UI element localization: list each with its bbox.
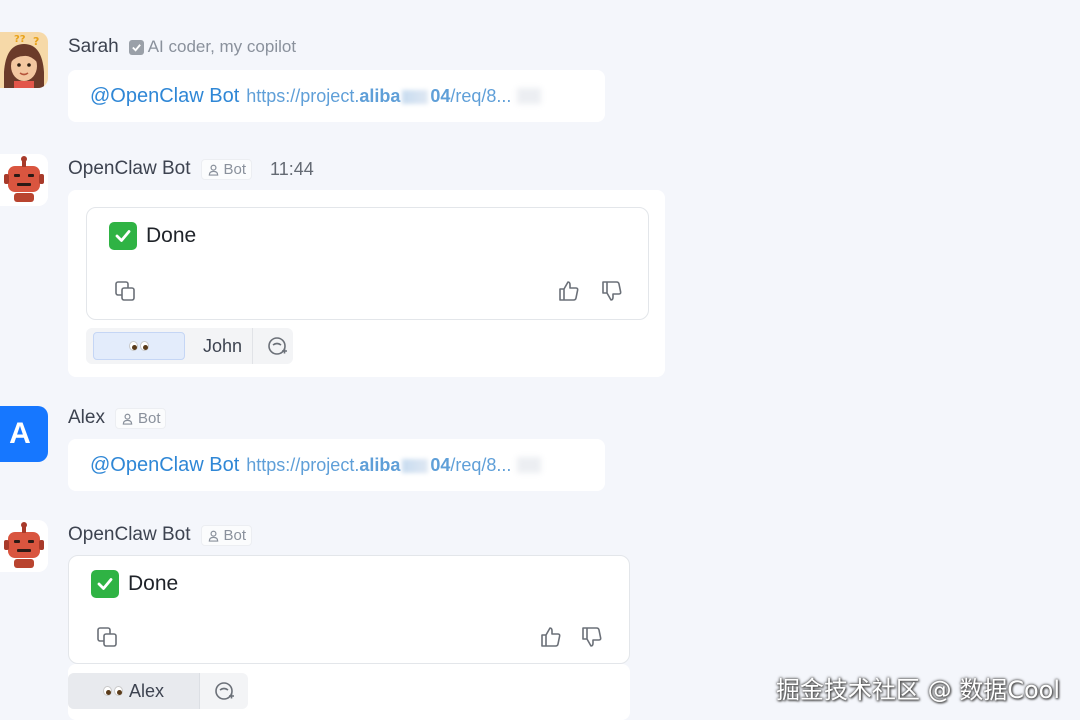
thumbs-down-icon[interactable] [580, 625, 604, 649]
copy-icon[interactable] [95, 625, 119, 649]
sarah-avatar-illustration: ?? ? [0, 32, 48, 88]
robot-avatar-illustration [0, 520, 48, 572]
openclaw-bot-avatar[interactable] [0, 520, 48, 572]
bot-badge: Bot [200, 524, 253, 546]
message-header-openclaw-bot: OpenClaw Bot Bot [68, 524, 253, 546]
mention-link[interactable]: @OpenClaw Bot [90, 454, 239, 477]
svg-text:??: ?? [14, 34, 26, 45]
user-status-tag: AI coder, my copilot [128, 37, 297, 57]
check-mark-icon [91, 570, 119, 598]
message-timestamp: 11:44 [270, 158, 314, 179]
bot-badge-label: Bot [223, 526, 247, 544]
sender-name[interactable]: Sarah [68, 36, 119, 58]
result-text: Done [128, 572, 179, 595]
message-header-alex: Alex Bot [68, 407, 167, 429]
result-text: Done [146, 224, 197, 247]
divider [199, 673, 200, 709]
result-card: Done [86, 207, 649, 320]
bot-badge-label: Bot [137, 409, 161, 427]
redacted-blur [517, 88, 542, 104]
thumbs-up-icon[interactable] [557, 279, 581, 303]
bot-badge: Bot [114, 407, 167, 429]
check-mark-icon [109, 222, 137, 250]
thumbs-up-icon[interactable] [539, 625, 563, 649]
url-prefix: https://project. [246, 85, 360, 106]
url-bold-part: aliba [359, 85, 401, 106]
redacted-blur [402, 458, 429, 473]
robot-avatar-illustration [0, 154, 48, 206]
bot-badge-label: Bot [223, 160, 247, 178]
eyes-reaction-chip[interactable]: Alex [68, 673, 199, 709]
redacted-blur [517, 457, 542, 473]
add-reaction-icon[interactable] [266, 334, 290, 358]
add-reaction-icon[interactable] [213, 679, 237, 703]
eyes-emoji-icon [129, 341, 149, 351]
url-bold-part: aliba [359, 454, 401, 475]
thumbs-down-icon[interactable] [600, 279, 624, 303]
url-prefix: https://project. [246, 454, 360, 475]
url-bold-part-2: 04 [430, 85, 451, 106]
message-header-sarah: Sarah AI coder, my copilot [68, 36, 296, 58]
mention-link[interactable]: @OpenClaw Bot [90, 85, 239, 108]
redacted-blur [402, 89, 429, 104]
reaction-bar: John [86, 328, 293, 364]
sarah-avatar[interactable]: ?? ? [0, 32, 48, 88]
url-suffix: /req/8... [450, 85, 512, 106]
reaction-user-name[interactable]: John [189, 328, 252, 364]
status-tag-label: AI coder, my copilot [147, 37, 297, 56]
sender-name[interactable]: Alex [68, 407, 105, 429]
checkbox-icon [128, 39, 144, 55]
avatar-letter: A [9, 417, 31, 450]
alex-avatar[interactable]: A [0, 406, 48, 462]
url-suffix: /req/8... [450, 454, 512, 475]
reaction-bar: Alex [68, 673, 248, 709]
eyes-emoji-icon [102, 686, 123, 696]
url-link[interactable]: https://project.aliba 04/req/8... [246, 86, 511, 107]
message-bubble: @OpenClaw Bot https://project.aliba 04/re… [68, 439, 605, 491]
url-bold-part-2: 04 [430, 454, 451, 475]
watermark: 掘金技术社区 @ 数据Cool [775, 676, 1060, 704]
message-bubble: @OpenClaw Bot https://project.aliba 04/re… [68, 70, 605, 122]
message-header-openclaw-bot: OpenClaw Bot Bot 11:44 [68, 158, 314, 180]
bot-icon [122, 413, 133, 425]
divider [252, 328, 254, 364]
sender-name[interactable]: OpenClaw Bot [68, 158, 191, 180]
sender-name[interactable]: OpenClaw Bot [68, 524, 191, 546]
bot-icon [208, 164, 218, 176]
bot-badge: Bot [200, 158, 253, 180]
svg-text:?: ? [33, 35, 39, 48]
eyes-reaction-chip[interactable] [93, 332, 185, 360]
bot-icon [208, 530, 218, 542]
reaction-user-name: Alex [128, 680, 164, 701]
result-status: Done [109, 222, 196, 250]
result-status: Done [91, 570, 178, 598]
copy-icon[interactable] [113, 279, 137, 303]
openclaw-bot-avatar[interactable] [0, 154, 48, 206]
result-card: Done [68, 555, 630, 664]
url-link[interactable]: https://project.aliba 04/req/8... [246, 455, 511, 476]
